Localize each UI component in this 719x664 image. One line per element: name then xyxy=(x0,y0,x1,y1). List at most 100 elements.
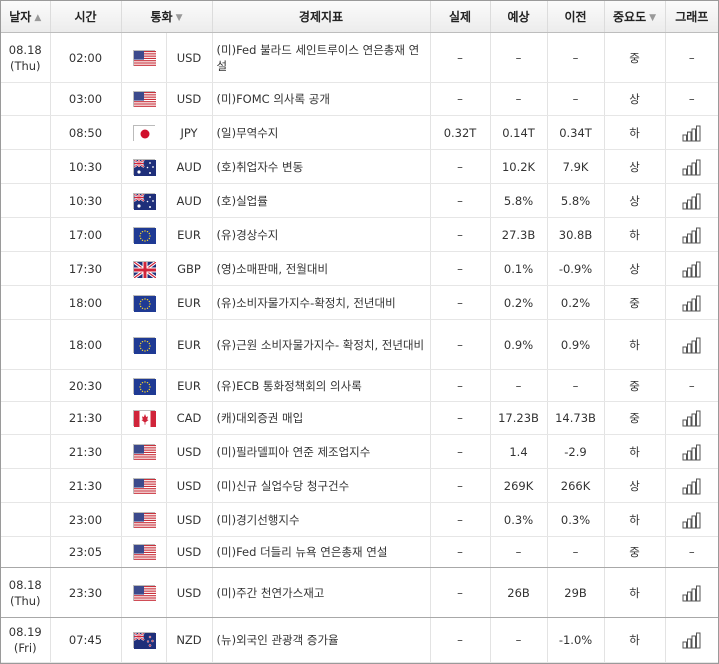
col-header-actual: 실제 xyxy=(429,1,491,33)
bar-chart-icon[interactable] xyxy=(666,631,718,649)
nz-flag-icon xyxy=(132,632,156,649)
importance-cell: 상 xyxy=(603,149,666,184)
importance-cell: 중 xyxy=(603,32,666,83)
table-row: 08.19 (Fri) 07:45 NZD (뉴)외국인 관광객 증가율 – – -1.0%… xyxy=(1,617,718,663)
forecast-cell: 269K xyxy=(489,468,548,503)
graph-cell[interactable] xyxy=(664,285,718,320)
indicator-cell: (뉴)외국인 관광객 증가율 xyxy=(211,617,431,663)
graph-cell[interactable] xyxy=(664,115,718,150)
graph-cell: – xyxy=(664,82,718,116)
currency-cell: USD xyxy=(165,82,213,116)
currency-cell: USD xyxy=(165,536,213,568)
previous-cell: 0.3% xyxy=(546,502,605,537)
time-cell: 18:00 xyxy=(49,319,121,370)
forecast-cell: 10.2K xyxy=(489,149,548,184)
previous-cell: -1.0% xyxy=(546,617,605,663)
importance-cell: 하 xyxy=(603,217,666,252)
graph-cell[interactable] xyxy=(664,319,718,370)
ca-flag-icon xyxy=(132,410,156,427)
table-row: 18:00 EUR (유)근원 소비자물가지수- 확정치, 전년대비 –0.9% 0.9… xyxy=(1,319,718,370)
table-row: 08.18 (Thu) 23:30 USD (미)주간 천연가스재고 –26B 29B 하 xyxy=(1,567,718,618)
bar-chart-icon[interactable] xyxy=(666,294,718,312)
date-cell xyxy=(1,434,50,469)
previous-cell: – xyxy=(546,536,605,568)
bar-chart-icon[interactable] xyxy=(666,511,718,529)
graph-cell[interactable] xyxy=(664,149,718,184)
forecast-cell: 0.14T xyxy=(489,115,548,150)
actual-cell: – xyxy=(429,32,491,83)
eu-flag-icon xyxy=(132,294,156,312)
currency-cell: USD xyxy=(165,468,213,503)
flag-cell xyxy=(120,82,166,116)
indicator-cell: (미)신규 실업수당 청구건수 xyxy=(211,468,431,503)
actual-cell: – xyxy=(429,319,491,370)
indicator-cell: (미)Fed 더들리 뉴욕 연은총재 연설 xyxy=(211,536,431,568)
actual-cell: – xyxy=(429,285,491,320)
time-cell: 03:00 xyxy=(49,82,121,116)
indicator-cell: (유)소비자물가지수-확정치, 전년대비 xyxy=(211,285,431,320)
us-flag-icon xyxy=(132,477,156,496)
previous-cell: 5.8% xyxy=(546,183,605,218)
bar-chart-icon[interactable] xyxy=(666,409,718,427)
bar-chart-icon[interactable] xyxy=(666,336,718,354)
col-header-indicator: 경제지표 xyxy=(211,1,431,33)
economic-calendar: 날자 ▲ 시간 통화 ▼ 경제지표 실제 예상 이전 중요도 ▼ 그래프 08.18(… xyxy=(0,0,719,664)
previous-cell: 266K xyxy=(546,468,605,503)
actual-cell: 0.32T xyxy=(429,115,491,150)
actual-cell: – xyxy=(429,502,491,537)
eu-flag-icon xyxy=(132,336,156,354)
col-header-date[interactable]: 날자 ▲ xyxy=(1,1,50,33)
currency-cell: USD xyxy=(165,502,213,537)
indicator-cell: (미)Fed 불라드 세인트루이스 연은총재 연설 xyxy=(211,32,431,83)
date-text: 08.18 xyxy=(8,42,42,57)
bar-chart-icon[interactable] xyxy=(666,584,718,602)
actual-cell: – xyxy=(429,251,491,286)
bar-chart-icon[interactable] xyxy=(666,124,718,142)
time-cell: 10:30 xyxy=(49,149,121,184)
date-cell xyxy=(1,183,50,218)
indicator-cell: (미)FOMC 의사록 공개 xyxy=(211,82,431,116)
date-cell xyxy=(1,115,50,150)
bar-chart-icon[interactable] xyxy=(666,192,718,210)
importance-cell: 중 xyxy=(603,401,666,435)
graph-cell[interactable] xyxy=(664,251,718,286)
graph-cell[interactable] xyxy=(664,617,718,663)
indicator-cell: (미)필라델피아 연준 제조업지수 xyxy=(211,434,431,469)
forecast-cell: 5.8% xyxy=(489,183,548,218)
indicator-cell: (영)소매판매, 전월대비 xyxy=(211,251,431,286)
bar-chart-icon[interactable] xyxy=(666,158,718,176)
col-header-currency[interactable]: 통화 ▼ xyxy=(120,1,213,33)
col-header-importance[interactable]: 중요도 ▼ xyxy=(603,1,666,33)
us-flag-icon xyxy=(132,91,156,110)
bar-chart-icon[interactable] xyxy=(666,260,718,278)
flag-cell xyxy=(120,468,166,503)
time-cell: 17:00 xyxy=(49,217,121,252)
time-cell: 21:30 xyxy=(49,434,121,469)
forecast-cell: – xyxy=(489,617,548,663)
graph-cell[interactable] xyxy=(664,401,718,435)
graph-cell[interactable] xyxy=(664,434,718,469)
col-header-time[interactable]: 시간 xyxy=(49,1,121,33)
currency-cell: GBP xyxy=(165,251,213,286)
flag-cell xyxy=(120,319,166,370)
importance-cell: 하 xyxy=(603,617,666,663)
forecast-cell: – xyxy=(489,82,548,116)
flag-cell xyxy=(120,536,166,568)
col-header-graph: 그래프 xyxy=(664,1,718,33)
bar-chart-icon[interactable] xyxy=(666,477,718,495)
actual-cell: – xyxy=(429,149,491,184)
graph-cell[interactable] xyxy=(664,217,718,252)
flag-cell xyxy=(120,434,166,469)
previous-cell: 30.8B xyxy=(546,217,605,252)
forecast-cell: – xyxy=(489,536,548,568)
flag-cell xyxy=(120,32,166,83)
graph-cell[interactable] xyxy=(664,567,718,618)
date-cell xyxy=(1,468,50,503)
graph-cell[interactable] xyxy=(664,468,718,503)
bar-chart-icon[interactable] xyxy=(666,443,718,461)
bar-chart-icon[interactable] xyxy=(666,226,718,244)
date-cell: 08.18 (Thu) xyxy=(1,567,50,618)
gb-flag-icon xyxy=(132,260,157,279)
graph-cell[interactable] xyxy=(664,502,718,537)
graph-cell[interactable] xyxy=(664,183,718,218)
